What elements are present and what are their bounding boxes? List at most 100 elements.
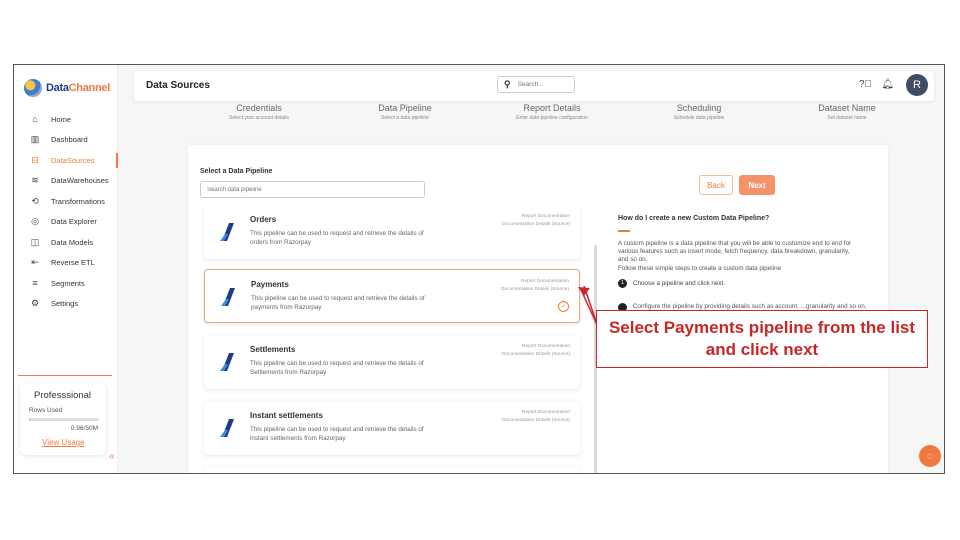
segments-icon: ≡ [32,278,38,289]
plan-card: Professsional Rows Used 0.96/50M View Us… [20,383,106,455]
collapse-sidebar-icon[interactable]: « [109,451,115,462]
view-usage-link[interactable]: View Usage [42,438,85,447]
wizard-steps: Credentials Select your account details Da… [149,103,934,125]
pipeline-card-instant-settlements[interactable]: Instant settlements This pipeline can be … [204,401,580,455]
pipeline-name: Instant settlements [250,411,323,420]
annotation-callout: Select Payments pipeline from the list a… [596,310,928,368]
logo[interactable]: DataChannel [24,79,110,97]
plan-title: Professsional [34,390,92,401]
wizard-step-3: Report Details Enter data pipeline config… [482,103,622,121]
rows-used-label: Rows Used [29,407,63,414]
wizard-step-1: Credentials Select your account details [189,103,329,121]
sidebar-item-settings[interactable]: ⚙ Settings [14,294,117,315]
pipeline-search-input[interactable] [200,181,425,198]
settings-icon: ⚙ [30,298,40,309]
sidebar-item-label: Reverse ETL [51,258,95,268]
doc-details-link[interactable]: Documentation Details (Source) [501,286,569,294]
step-number-badge: 1 [618,278,627,288]
sidebar-item-datasources[interactable]: ⊟ DataSources [14,150,118,171]
bell-icon[interactable]: 🔔︎ [881,79,894,90]
sidebar-item-label: Home [51,114,72,124]
help-section: How do I create a new Custom Data Pipeli… [618,215,866,318]
rows-used-bar [29,418,99,421]
sidebar-item-data-explorer[interactable]: ◎ Data Explorer [14,212,117,233]
global-search[interactable]: ⚲ [497,76,575,93]
home-icon: ⌂ [32,114,38,125]
transform-icon: ⟲ [31,195,39,206]
razorpay-logo-icon [220,419,234,437]
sidebar-item-reverse-etl[interactable]: ⇤ Reverse ETL [14,253,117,274]
report-doc-link[interactable]: Report Documentation [502,409,570,417]
top-header: Data Sources ⚲ ?⃝ 🔔︎ R [134,71,934,101]
sidebar-item-label: Segments [51,278,85,288]
pipeline-description: This pipeline can be used to request and… [250,360,424,376]
sidebar-item-label: Dashboard [51,135,88,145]
sidebar-item-home[interactable]: ⌂ Home [14,109,117,130]
reverse-etl-icon: ⇤ [31,257,39,268]
back-button[interactable]: Back [699,175,733,195]
step-title: Dataset Name [818,103,876,113]
chat-icon[interactable]: ◌ [919,445,941,467]
sidebar-item-data-models[interactable]: ◫ Data Models [14,232,117,253]
pipeline-docs: Report Documentation Documentation Detail… [501,278,569,294]
sidebar-item-label: Transformations [51,196,105,206]
step-subtitle: Enter data pipeline configuration [516,115,588,121]
help-accent-bar [618,230,630,232]
pipeline-description: This pipeline can be used to request and… [250,426,424,442]
step-subtitle: Schedule data pipeline [673,115,725,121]
pipeline-description: This pipeline can be used to request and… [251,295,425,311]
pipeline-card-orders[interactable]: Orders This pipeline can be used to reque… [204,205,580,259]
sidebar-item-transformations[interactable]: ⟲ Transformations [14,191,117,212]
sidebar-item-label: Data Models [51,237,94,247]
step-title: Data Pipeline [378,103,432,113]
wizard-step-5: Dataset Name Set dataset name [777,103,917,121]
report-doc-link[interactable]: Report Documentation [502,343,570,351]
models-icon: ◫ [30,236,40,247]
sidebar-item-segments[interactable]: ≡ Segments [14,273,117,294]
help-intro: Follow these simple steps to create a cu… [618,264,782,272]
step-title: Report Details [523,103,581,113]
doc-details-link[interactable]: Documentation Details (Source) [502,351,570,359]
dashboard-icon: ▥ [30,134,40,145]
pipeline-docs: Report Documentation Documentation Detail… [502,343,570,359]
brand-name: DataChannel [46,82,110,94]
help-icon[interactable]: ?⃝ [859,79,872,90]
doc-details-link[interactable]: Documentation Details (Source) [502,417,570,425]
avatar[interactable]: R [906,74,928,96]
pipeline-name: Payments [251,280,289,289]
pipeline-card-partial[interactable] [204,467,580,473]
report-doc-link[interactable]: Report Documentation [502,213,570,221]
sidebar-item-dashboard[interactable]: ▥ Dashboard [14,130,117,151]
sidebar: DataChannel ⌂ Home ▥ Dashboard ⊟ DataSources ≋… [14,65,118,473]
plan-divider [18,375,112,376]
help-title: How do I create a new Custom Data Pipeli… [618,215,770,222]
sidebar-item-label: Settings [51,299,79,309]
selected-check-icon: ✓ [558,301,569,312]
pipeline-docs: Report Documentation Documentation Detail… [502,409,570,425]
pipeline-name: Settlements [250,345,296,354]
help-step-1: 1 Choose a pipeline and click next. [618,278,858,288]
explorer-icon: ◎ [31,216,39,227]
pipeline-name: Orders [250,215,277,224]
pipeline-card-payments[interactable]: Payments This pipeline can be used to req… [204,269,580,323]
search-icon: ⚲ [504,79,511,89]
sidebar-nav: ⌂ Home ▥ Dashboard ⊟ DataSources ≋ DataWarehous… [14,109,118,315]
sidebar-item-datawarehouses[interactable]: ≋ DataWarehouses [14,171,117,192]
next-button[interactable]: Next [739,175,775,195]
sidebar-item-label: DataSources [51,155,95,165]
razorpay-logo-icon [221,288,235,306]
doc-details-link[interactable]: Documentation Details (Source) [502,221,570,229]
search-input[interactable] [515,80,575,89]
help-body: A custom pipeline is a data pipeline tha… [618,240,852,264]
step-title: Credentials [236,103,282,113]
pipeline-card-settlements[interactable]: Settlements This pipeline can be used to … [204,335,580,389]
report-doc-link[interactable]: Report Documentation [501,278,569,286]
datasources-icon: ⊟ [31,154,39,165]
pipeline-list: Orders This pipeline can be used to reque… [188,205,598,473]
pipeline-docs: Report Documentation Documentation Detail… [502,213,570,229]
help-step-1-text: Choose a pipeline and click next. [633,279,726,287]
step-subtitle: Set dataset name [827,115,867,121]
wizard-step-4: Scheduling Schedule data pipeline [629,103,769,121]
logo-icon [24,79,42,97]
step-subtitle: Select your account details [229,115,289,121]
